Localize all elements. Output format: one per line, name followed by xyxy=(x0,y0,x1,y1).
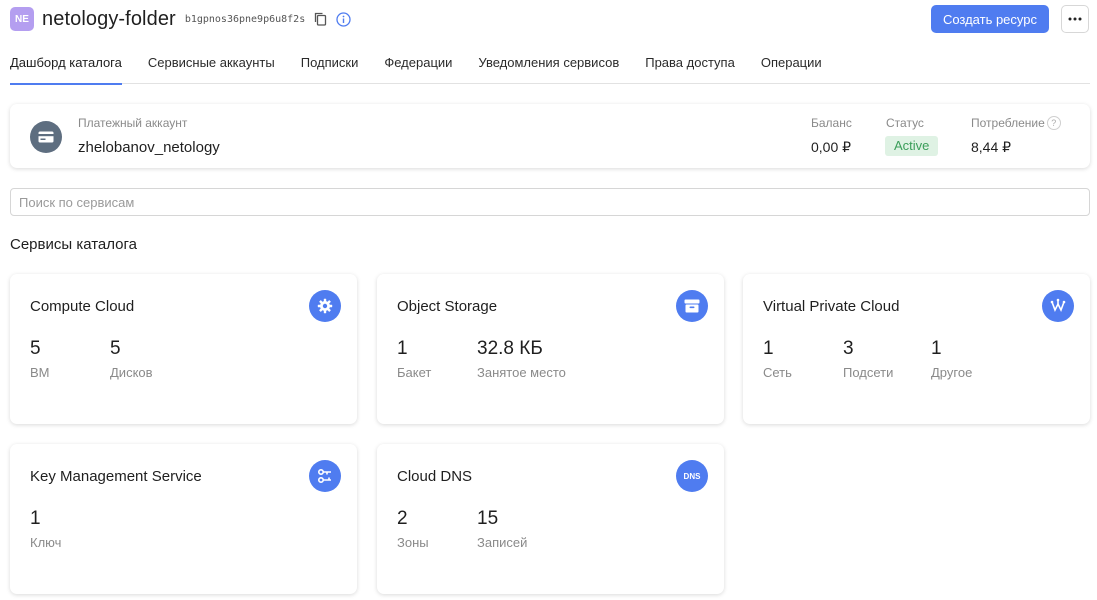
folder-avatar: NE xyxy=(10,7,34,31)
service-card-title: Key Management Service xyxy=(30,468,202,485)
metric: 1 Сеть xyxy=(763,338,792,380)
balance-value: 0,00 ₽ xyxy=(811,139,852,155)
metric-label: Бакет xyxy=(397,365,432,380)
status-badge: Active xyxy=(885,136,939,156)
tab-dashboard[interactable]: Дашборд каталога xyxy=(10,50,122,85)
consumption-value: 8,44 ₽ xyxy=(971,139,1012,155)
service-card-cloud-dns[interactable]: Cloud DNS DNS 2 Зоны 15 Записей xyxy=(377,444,724,594)
metric-value: 1 xyxy=(931,338,942,359)
section-title: Сервисы каталога xyxy=(10,236,138,253)
more-dots-icon xyxy=(1068,17,1082,21)
tab-federations[interactable]: Федерации xyxy=(384,50,452,84)
metric-value: 3 xyxy=(843,338,854,359)
tab-operations[interactable]: Операции xyxy=(761,50,822,84)
metric-value: 2 xyxy=(397,508,408,529)
tab-service-notifications[interactable]: Уведомления сервисов xyxy=(478,50,619,84)
metric-label: Другое xyxy=(931,365,973,380)
page-header: NE netology-folder b1gpnos36pne9p6u8f2s … xyxy=(10,5,1089,33)
more-button[interactable] xyxy=(1061,5,1089,33)
service-card-virtual-private-cloud[interactable]: Virtual Private Cloud 1 Сеть 3 Подсети 1… xyxy=(743,274,1090,424)
metric-value: 1 xyxy=(30,508,41,529)
metric-value: 32.8 КБ xyxy=(477,338,543,359)
service-search-input[interactable] xyxy=(10,188,1090,216)
metric: 3 Подсети xyxy=(843,338,893,380)
metric-label: Записей xyxy=(477,535,528,550)
metric-value: 5 xyxy=(30,338,41,359)
page-title: netology-folder xyxy=(42,7,176,30)
key-icon xyxy=(309,460,341,492)
balance-label: Баланс xyxy=(811,116,852,130)
metric: 1 Ключ xyxy=(30,508,61,550)
metric: 15 Записей xyxy=(477,508,527,550)
metric-label: Занятое место xyxy=(477,365,566,380)
metric-value: 1 xyxy=(763,338,774,359)
consumption-label: Потребление xyxy=(971,116,1045,130)
metric: 32.8 КБ Занятое место xyxy=(477,338,566,380)
status-label: Статус xyxy=(886,116,924,130)
tab-subscriptions[interactable]: Подписки xyxy=(301,50,359,84)
consumption-label-wrap: Потребление? xyxy=(971,116,1061,130)
metric: 5 ВМ xyxy=(30,338,50,380)
service-card-title: Virtual Private Cloud xyxy=(763,298,900,315)
metric: 1 Другое xyxy=(931,338,972,380)
help-icon[interactable]: ? xyxy=(1046,116,1061,130)
metric: 1 Бакет xyxy=(397,338,431,380)
metric-label: Подсети xyxy=(843,365,894,380)
storage-box-icon xyxy=(676,290,708,322)
service-card-title: Compute Cloud xyxy=(30,298,135,315)
service-card-title: Object Storage xyxy=(397,298,498,315)
billing-account-name[interactable]: zhelobanov_netology xyxy=(78,139,220,156)
service-card-object-storage[interactable]: Object Storage 1 Бакет 32.8 КБ Занятое м… xyxy=(377,274,724,424)
gear-icon xyxy=(309,290,341,322)
metric: 2 Зоны xyxy=(397,508,429,550)
metric-value: 1 xyxy=(397,338,408,359)
tab-access-rights[interactable]: Права доступа xyxy=(645,50,735,84)
metric: 5 Дисков xyxy=(110,338,153,380)
service-card-key-management-service[interactable]: Key Management Service 1 Ключ xyxy=(10,444,357,594)
create-resource-button[interactable]: Создать ресурс xyxy=(930,5,1049,33)
folder-id: b1gpnos36pne9p6u8f2s xyxy=(184,13,306,25)
metric-label: ВМ xyxy=(30,365,50,380)
tab-bar: Дашборд каталога Сервисные аккаунты Подп… xyxy=(10,50,1090,85)
service-card-title: Cloud DNS xyxy=(397,468,473,485)
metric-label: Зоны xyxy=(397,535,429,550)
metric-label: Сеть xyxy=(763,365,792,380)
dns-icon: DNS xyxy=(676,460,708,492)
metric-label: Ключ xyxy=(30,535,62,550)
metric-label: Дисков xyxy=(110,365,153,380)
billing-account-card: Платежный аккаунт zhelobanov_netology Ба… xyxy=(10,104,1090,168)
info-icon[interactable] xyxy=(335,11,351,27)
metric-value: 15 xyxy=(477,508,499,529)
metric-value: 5 xyxy=(110,338,121,359)
service-card-compute-cloud[interactable]: Compute Cloud 5 ВМ 5 Дисков xyxy=(10,274,357,424)
network-icon xyxy=(1042,290,1074,322)
copy-icon[interactable] xyxy=(312,11,328,27)
credit-card-icon xyxy=(30,121,62,153)
tab-service-accounts[interactable]: Сервисные аккаунты xyxy=(148,50,275,84)
billing-account-label: Платежный аккаунт xyxy=(78,116,188,130)
